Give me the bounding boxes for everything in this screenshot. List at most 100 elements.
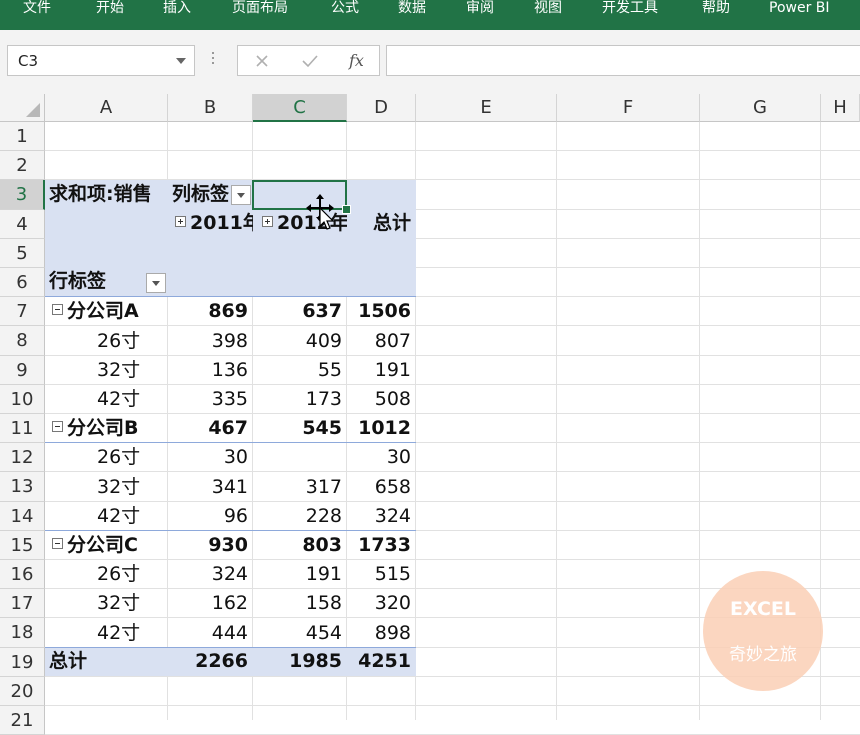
row-header-14[interactable]: 14 xyxy=(0,501,45,531)
pivot-value-v1[interactable]: 341 xyxy=(168,473,253,502)
collapse-icon[interactable] xyxy=(52,421,63,433)
pivot-value-v1[interactable]: 398 xyxy=(168,327,253,356)
pivot-value-total[interactable]: 508 xyxy=(347,385,416,414)
row-header-3[interactable]: 3 xyxy=(0,180,45,210)
pivot-value-total[interactable]: 1733 xyxy=(347,531,416,560)
ribbon-tab-review[interactable]: 审阅 xyxy=(466,0,494,18)
pivot-value-total[interactable]: 320 xyxy=(347,589,416,618)
row-header-6[interactable]: 6 xyxy=(0,268,45,298)
row-header-15[interactable]: 15 xyxy=(0,530,45,560)
row-header-17[interactable]: 17 xyxy=(0,589,45,619)
pivot-value-total[interactable]: 191 xyxy=(347,356,416,385)
pivot-item-label[interactable]: 42寸 xyxy=(97,385,168,414)
row-header-20[interactable]: 20 xyxy=(0,676,45,706)
fill-handle[interactable] xyxy=(342,205,351,214)
pivot-value-v2[interactable]: 173 xyxy=(253,385,347,414)
pivot-value-v1[interactable]: 869 xyxy=(168,297,253,326)
pivot-item-label[interactable]: 42寸 xyxy=(97,619,168,648)
drag-handle-icon[interactable] xyxy=(211,52,215,68)
row-header-5[interactable]: 5 xyxy=(0,238,45,268)
pivot-value-v2[interactable]: 55 xyxy=(253,356,347,385)
row-header-9[interactable]: 9 xyxy=(0,355,45,385)
pivot-item-label[interactable]: 32寸 xyxy=(97,473,168,502)
pivot-value-v2[interactable]: 317 xyxy=(253,473,347,502)
row-header-18[interactable]: 18 xyxy=(0,618,45,648)
pivot-group-label[interactable]: 分公司B xyxy=(52,414,168,443)
row-header-10[interactable]: 10 xyxy=(0,384,45,414)
row-header-12[interactable]: 12 xyxy=(0,443,45,473)
pivot-item-label[interactable]: 32寸 xyxy=(97,589,168,618)
pivot-value-v2[interactable]: 454 xyxy=(253,619,347,648)
row-filter-dropdown[interactable] xyxy=(146,273,166,293)
pivot-value-total[interactable]: 1506 xyxy=(347,297,416,326)
pivot-value-v2[interactable]: 191 xyxy=(253,560,347,589)
pivot-value-total[interactable]: 807 xyxy=(347,327,416,356)
collapse-icon[interactable] xyxy=(52,304,63,316)
row-header-11[interactable]: 11 xyxy=(0,414,45,444)
pivot-value-total[interactable]: 30 xyxy=(347,443,416,472)
cancel-x-icon[interactable] xyxy=(255,54,269,68)
expand-icon[interactable] xyxy=(262,216,273,227)
column-header-e[interactable]: E xyxy=(416,94,557,122)
row-header-4[interactable]: 4 xyxy=(0,209,45,239)
pivot-value-total[interactable]: 324 xyxy=(347,502,416,531)
pivot-value-total[interactable]: 1012 xyxy=(347,414,416,443)
pivot-year-2011[interactable]: 2011年 xyxy=(175,209,253,238)
name-box[interactable]: C3 xyxy=(7,45,195,76)
grand-total-all[interactable]: 4251 xyxy=(347,647,416,676)
row-header-13[interactable]: 13 xyxy=(0,472,45,502)
column-header-g[interactable]: G xyxy=(700,94,821,122)
row-header-2[interactable]: 2 xyxy=(0,151,45,181)
column-header-h[interactable]: H xyxy=(821,94,860,122)
ribbon-tab-developer[interactable]: 开发工具 xyxy=(602,0,658,18)
grand-total-label[interactable]: 总计 xyxy=(49,647,168,676)
pivot-value-total[interactable]: 898 xyxy=(347,619,416,648)
ribbon-tab-data[interactable]: 数据 xyxy=(398,0,426,18)
row-header-1[interactable]: 1 xyxy=(0,122,45,152)
collapse-icon[interactable] xyxy=(52,538,63,549)
pivot-value-v1[interactable]: 162 xyxy=(168,589,253,618)
pivot-total-header[interactable]: 总计 xyxy=(347,209,416,238)
ribbon-tab-insert[interactable]: 插入 xyxy=(163,0,191,18)
select-all-button[interactable] xyxy=(0,94,45,122)
pivot-value-v1[interactable]: 324 xyxy=(168,560,253,589)
pivot-item-label[interactable]: 26寸 xyxy=(97,443,168,472)
pivot-value-v1[interactable]: 335 xyxy=(168,385,253,414)
pivot-value-v2[interactable]: 228 xyxy=(253,502,347,531)
pivot-value-v1[interactable]: 930 xyxy=(168,531,253,560)
pivot-value-v2[interactable]: 409 xyxy=(253,327,347,356)
grand-total-2012[interactable]: 1985 xyxy=(253,647,347,676)
column-header-c[interactable]: C xyxy=(253,94,347,122)
row-header-7[interactable]: 7 xyxy=(0,297,45,327)
pivot-value-total[interactable]: 658 xyxy=(347,473,416,502)
insert-function-button[interactable]: fx xyxy=(349,51,364,70)
pivot-value-v2[interactable]: 637 xyxy=(253,297,347,326)
pivot-value-v1[interactable]: 96 xyxy=(168,502,253,531)
ribbon-tab-formulas[interactable]: 公式 xyxy=(331,0,359,18)
row-header-8[interactable]: 8 xyxy=(0,326,45,356)
pivot-column-label[interactable]: 列标签 xyxy=(172,180,232,209)
column-header-b[interactable]: B xyxy=(168,94,253,122)
ribbon-tab-page-layout[interactable]: 页面布局 xyxy=(232,0,288,18)
column-header-d[interactable]: D xyxy=(347,94,416,122)
pivot-item-label[interactable]: 26寸 xyxy=(97,560,168,589)
pivot-value-v2[interactable]: 545 xyxy=(253,414,347,443)
pivot-value-v2[interactable] xyxy=(253,443,347,472)
grand-total-2011[interactable]: 2266 xyxy=(168,647,253,676)
pivot-value-v1[interactable]: 136 xyxy=(168,356,253,385)
ribbon-tab-file[interactable]: 文件 xyxy=(23,0,51,18)
row-header-16[interactable]: 16 xyxy=(0,560,45,590)
pivot-values-label[interactable]: 求和项:销售 xyxy=(49,180,168,209)
pivot-value-total[interactable]: 515 xyxy=(347,560,416,589)
pivot-value-v1[interactable]: 444 xyxy=(168,619,253,648)
column-filter-dropdown[interactable] xyxy=(231,185,251,205)
pivot-item-label[interactable]: 26寸 xyxy=(97,327,168,356)
column-header-a[interactable]: A xyxy=(45,94,168,122)
ribbon-tab-help[interactable]: 帮助 xyxy=(702,0,730,18)
expand-icon[interactable] xyxy=(175,216,186,227)
row-header-19[interactable]: 19 xyxy=(0,647,45,677)
pivot-item-label[interactable]: 42寸 xyxy=(97,502,168,531)
ribbon-tab-view[interactable]: 视图 xyxy=(534,0,562,18)
pivot-value-v1[interactable]: 30 xyxy=(168,443,253,472)
pivot-row-label[interactable]: 行标签 xyxy=(49,267,149,296)
